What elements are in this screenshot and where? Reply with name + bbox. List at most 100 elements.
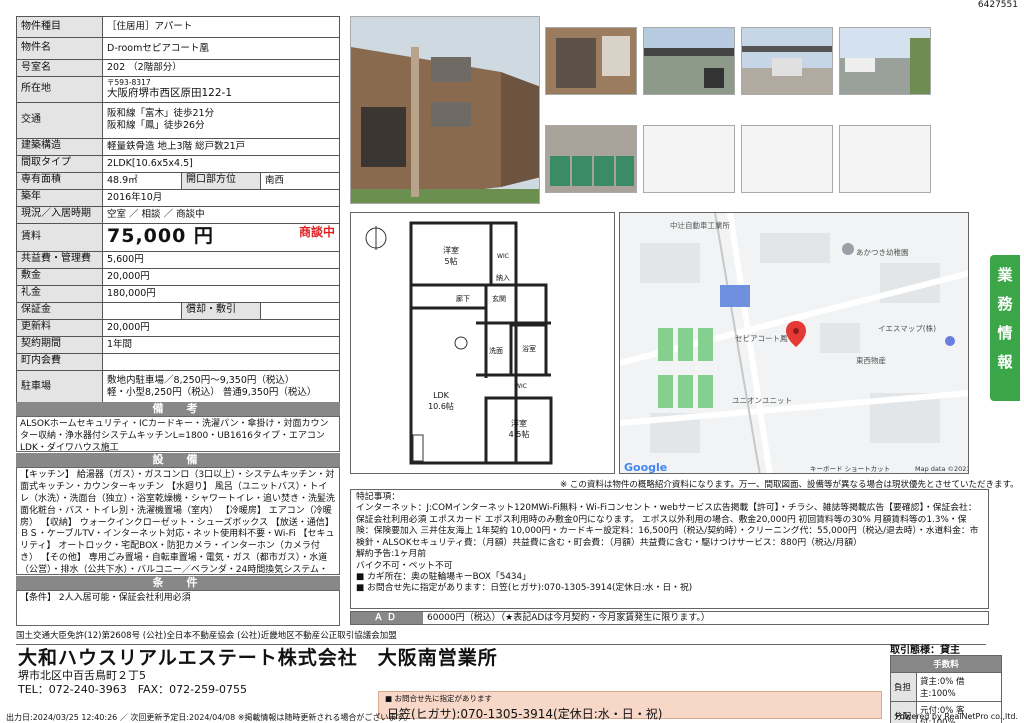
thumb-carport (741, 27, 833, 95)
label-layout: 間取タイプ (16, 154, 103, 173)
fee-burden-value: 貸主:0% 借主:100% (916, 672, 1002, 702)
room-genkan: 玄関 (492, 294, 506, 303)
property-table: 物件種目 ［住居用］アパート 物件名 D-roomセピアコート凰 号室名 202 （2… (16, 16, 340, 405)
map-label-kinder: あかつき幼稚園 (856, 247, 909, 257)
label-status: 現況／入居時期 (16, 205, 103, 224)
label-built: 築年 (16, 188, 103, 207)
value-built: 2016年10月 (102, 188, 340, 207)
room-rouka: 廊下 (456, 294, 470, 303)
sidetab-char-1: 業 (997, 266, 1013, 284)
ad-value: 60000円（税込）（★表記ADは今月契約・今月家賃発生に限ります。） (427, 613, 710, 623)
label-address: 所在地 (16, 76, 103, 103)
value-address: 大阪府堺市西区原田122-1 (107, 87, 233, 100)
room-yokushitsu: 浴室 (522, 344, 536, 353)
room-ldk-size: 10.6帖 (428, 401, 454, 411)
value-name: D-roomセピアコート凰 (102, 37, 340, 60)
label-assoc-fee: 町内会費 (16, 352, 103, 371)
thumb-garbage (545, 125, 637, 193)
value-access-2: 阪和線「鳳」徒歩26分 (107, 120, 205, 131)
value-parking-1: 敷地内駐車場／8,250円〜9,350円（税込） (107, 375, 295, 387)
value-room: 202 （2階部分） (102, 59, 340, 77)
bikou-header: 備 考 (16, 402, 340, 416)
label-access: 交通 (16, 101, 103, 139)
label-structure: 建築構造 (16, 137, 103, 156)
contact-note: ■ お問合せ先に指定があります (385, 694, 492, 703)
location-map[interactable]: 中辻自動車工業所 あかつき幼稚園 セピアコート鳳 イエスマップ(株) 東西物産 … (619, 212, 969, 474)
label-name: 物件名 (16, 37, 103, 60)
jouken-header: 条 件 (16, 576, 340, 590)
thumb-empty-3 (839, 125, 931, 193)
remarks-line-3: バイク不可・ペット不可 (356, 560, 453, 571)
remarks-line-1: インターネット：J:COMインターネット120MWi-Fi無料・Wi-Fiコンセ… (356, 503, 979, 548)
room-senmen: 洗面 (489, 346, 503, 355)
remarks-line-2: 解約予告:1ヶ月前 (356, 549, 427, 560)
map-label-top: 中辻自動車工業所 (670, 220, 730, 230)
bikou-body: ALSOKホームセキュリティ・ICカードキー・洗濯パン・傘掛け・対面カウンター収… (16, 416, 340, 453)
school-icon (842, 243, 854, 255)
contact-value: 日笠(ヒガサ):070-1305-3914(定休日:水・日・祝) (387, 707, 663, 721)
label-type: 物件種目 (16, 16, 103, 38)
value-access-1: 阪和線「富木」徒歩21分 (107, 108, 215, 120)
thumb-entrance (545, 27, 637, 95)
output-dates: 出力日:2024/03/25 12:40:26 ／ 次回更新予定日:2024/0… (6, 713, 412, 722)
sidetab-char-3: 情 (997, 324, 1013, 342)
value-deposit: 20,000円 (102, 267, 340, 286)
value-amortize (260, 301, 340, 320)
value-zip: 〒593-8317 (107, 78, 151, 87)
building-photo (350, 16, 540, 204)
map-label-iesmap: イエスマップ(株) (878, 323, 936, 333)
ad-row: ＡＤ 60000円（税込）（★表記ADは今月契約・今月家賃発生に限ります。） (350, 611, 989, 625)
value-direction: 南西 (260, 171, 340, 190)
remarks-box: 特記事項： インターネット：J:COMインターネット120MWi-Fi無料・Wi… (350, 489, 989, 609)
label-parking: 駐車場 (16, 369, 103, 405)
value-type: ［住居用］アパート (102, 16, 340, 38)
remarks-title: 特記事項： (356, 492, 400, 502)
room-yoshitsu1-title: 洋室 (443, 245, 459, 255)
value-common-fee: 5,600円 (102, 250, 340, 269)
map-label-unit: ユニオンユニット (732, 396, 792, 405)
map-label-property: セピアコート鳳 (735, 334, 788, 343)
ad-label: ＡＤ (351, 612, 423, 624)
room-yoshitsu2-size: 4.5帖 (509, 429, 530, 439)
value-layout: 2LDK[10.6x5x4.5] (102, 154, 340, 173)
label-room: 号室名 (16, 59, 103, 77)
google-logo: Google (624, 461, 667, 474)
label-direction: 開口部方位 (181, 171, 261, 190)
setsubi-header: 設 備 (16, 453, 340, 467)
label-guarantee: 保証金 (16, 301, 103, 320)
jouken-body: 【条件】 2人入居可能・保証会社利用必須 (16, 590, 340, 626)
value-guarantee (102, 301, 182, 320)
map-credit: Map data ©2023 (915, 465, 969, 473)
powered-by: Powered by RealNetPro co.,ltd. (895, 712, 1018, 721)
value-renewal: 20,000円 (102, 318, 340, 337)
thumb-empty-2 (741, 125, 833, 193)
transaction-type: 取引態様：貸主 (890, 645, 960, 656)
room-wic2: WIC (515, 383, 527, 390)
value-assoc-fee (102, 352, 340, 371)
room-yoshitsu1-size: 5帖 (444, 256, 457, 266)
room-nyuka: 納入 (496, 273, 510, 282)
room-ldk-title: LDK (433, 391, 450, 400)
value-area: 48.9㎡ (102, 171, 182, 190)
label-deposit: 敷金 (16, 267, 103, 286)
label-key-money: 礼金 (16, 284, 103, 303)
map-shortcut: キーボード ショートカット (810, 465, 890, 473)
remarks-line-5: ■ お問合せ先に指定があります：日笠(ヒガサ):070-1305-3914(定休… (356, 583, 693, 594)
room-yoshitsu2-title: 洋室 (511, 418, 527, 428)
company-tel: TEL：072-240-3963 FAX：072-259-0755 (18, 683, 248, 696)
sidetab-char-4: 報 (997, 353, 1013, 371)
label-renewal: 更新料 (16, 318, 103, 337)
business-info-tab[interactable]: 業 務 情 報 (990, 255, 1020, 401)
fee-title: 手数料 (890, 655, 1002, 673)
value-parking-2: 軽・小型8,250円（税込） 普通9,350円（税込） (107, 387, 317, 398)
compass-icon (365, 226, 387, 250)
sidetab-char-2: 務 (997, 295, 1013, 313)
negotiating-badge: 商談中 (298, 225, 335, 240)
label-area: 専有面積 (16, 171, 103, 190)
floor-plan: 洋室 5帖 WIC 納入 廊下 玄関 LDK 10.6帖 洗面 浴室 WIC 洋… (350, 212, 615, 474)
remarks-line-4: ■ カギ所在：奥の駐輪場キーBOX「5434」 (356, 571, 531, 582)
map-label-higashi: 東西物産 (856, 355, 886, 365)
thumb-empty-1 (643, 125, 735, 193)
value-status: 空室 ／ 相談 ／ 商談中 (102, 205, 340, 224)
value-rent: 75,000 円 (107, 225, 214, 248)
